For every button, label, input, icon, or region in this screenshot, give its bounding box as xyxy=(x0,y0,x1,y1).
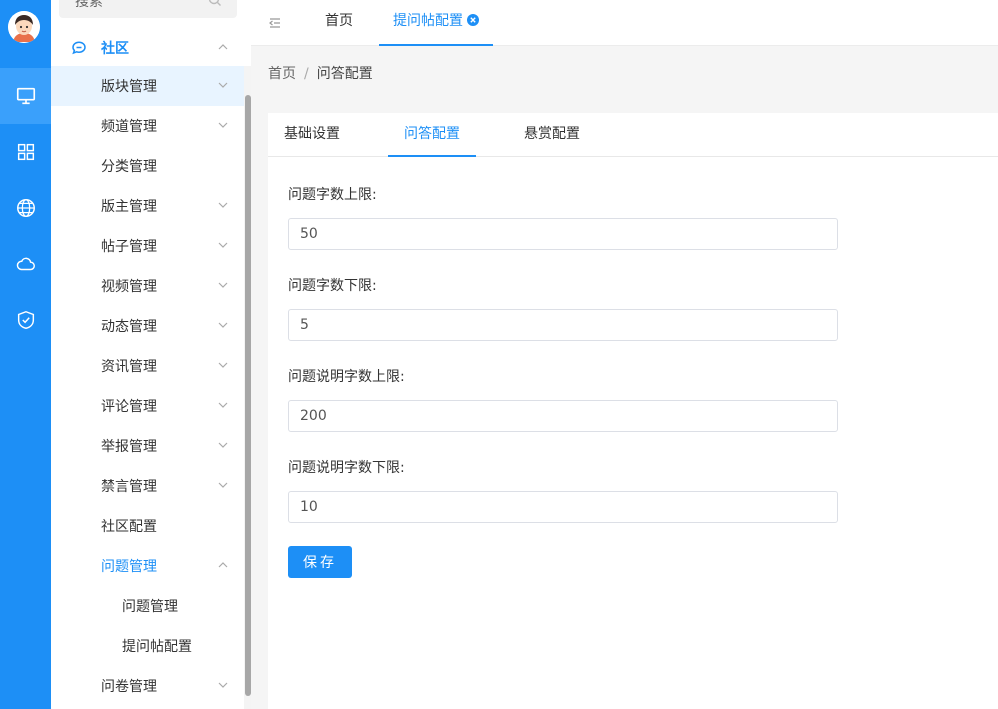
breadcrumb-separator: / xyxy=(304,66,309,82)
sidebar-group-community[interactable]: 社区 xyxy=(51,28,245,68)
chevron-up-icon xyxy=(218,562,228,568)
sidebar-item-video[interactable]: 视频管理 xyxy=(51,266,245,306)
tab-basic-settings[interactable]: 基础设置 xyxy=(284,113,340,157)
cloud-icon xyxy=(16,257,35,271)
sidebar-item-label: 版主管理 xyxy=(101,199,157,215)
sidebar-item-report[interactable]: 举报管理 xyxy=(51,426,245,466)
sidebar-item-category[interactable]: 分类管理 xyxy=(51,146,245,186)
question-max-length-label: 问题字数上限: xyxy=(288,187,377,203)
settings-card: 基础设置 问答配置 悬赏配置 问题字数上限: 问题字数下限: 问题说明字数上限:… xyxy=(268,113,998,709)
sidebar-item-label: 分类管理 xyxy=(101,159,157,175)
sidebar-item-label: 社区配置 xyxy=(101,519,157,535)
chevron-down-icon xyxy=(218,82,228,88)
rail-cloud-button[interactable] xyxy=(0,236,51,292)
sidebar-item-label: 帖子管理 xyxy=(101,239,157,255)
shield-check-icon xyxy=(17,310,34,330)
chevron-down-icon xyxy=(218,482,228,488)
chevron-down-icon xyxy=(218,202,228,208)
avatar-icon xyxy=(8,11,40,43)
question-min-length-input[interactable] xyxy=(288,309,838,341)
sidebar-item-label: 版块管理 xyxy=(101,79,157,95)
search-input[interactable]: 搜索 xyxy=(59,0,237,18)
tab-question-post-config-label: 提问帖配置 xyxy=(393,13,463,29)
chevron-down-icon xyxy=(218,402,228,408)
sidebar-item-comment[interactable]: 评论管理 xyxy=(51,386,245,426)
sidebar-item-moderator[interactable]: 版主管理 xyxy=(51,186,245,226)
rail-grid-button[interactable] xyxy=(0,124,51,180)
sidebar-scrollbar[interactable] xyxy=(245,95,251,696)
description-max-length-label: 问题说明字数上限: xyxy=(288,369,405,385)
chevron-down-icon xyxy=(218,282,228,288)
sidebar-item-label: 禁言管理 xyxy=(101,479,157,495)
sidebar-item-label: 问题管理 xyxy=(122,599,178,615)
globe-icon xyxy=(16,199,35,217)
chevron-down-icon xyxy=(218,362,228,368)
sidebar-item-news[interactable]: 资讯管理 xyxy=(51,346,245,386)
description-max-length-input[interactable] xyxy=(288,400,838,432)
sidebar-item-label: 资讯管理 xyxy=(101,359,157,375)
sidebar-item-label: 问题管理 xyxy=(101,559,157,575)
tab-question-post-config[interactable]: 提问帖配置 xyxy=(379,0,493,46)
chevron-down-icon xyxy=(218,322,228,328)
question-max-length-input[interactable] xyxy=(288,218,838,250)
avatar[interactable] xyxy=(8,11,40,43)
sidebar-item-label: 评论管理 xyxy=(101,399,157,415)
sidebar-item-label: 视频管理 xyxy=(101,279,157,295)
sidebar-item-label: 频道管理 xyxy=(101,119,157,135)
sidebar-item-question-sub[interactable]: 问题管理 xyxy=(51,586,245,626)
sidebar-item-section[interactable]: 版块管理 xyxy=(51,66,245,106)
sidebar-item-label: 举报管理 xyxy=(101,439,157,455)
rail-shield-button[interactable] xyxy=(0,292,51,348)
breadcrumb-home[interactable]: 首页 xyxy=(268,66,296,82)
sidebar-item-feed[interactable]: 动态管理 xyxy=(51,306,245,346)
sidebar-item-community-config[interactable]: 社区配置 xyxy=(51,506,245,546)
sidebar-item-question-post-config[interactable]: 提问帖配置 xyxy=(51,626,245,666)
breadcrumb-current: 问答配置 xyxy=(316,66,373,82)
sidebar-item-question[interactable]: 问题管理 xyxy=(51,546,245,586)
sidebar-item-label: 动态管理 xyxy=(101,319,157,335)
search-icon[interactable] xyxy=(207,0,223,8)
chevron-down-icon xyxy=(218,442,228,448)
settings-tabs: 基础设置 问答配置 悬赏配置 xyxy=(268,113,998,157)
grid-icon xyxy=(17,143,34,161)
sidebar-item-survey[interactable]: 问卷管理 xyxy=(51,666,245,706)
sidebar-item-mute[interactable]: 禁言管理 xyxy=(51,466,245,506)
save-button[interactable]: 保存 xyxy=(288,546,352,578)
rail-globe-button[interactable] xyxy=(0,180,51,236)
sidebar-item-post[interactable]: 帖子管理 xyxy=(51,226,245,266)
close-icon[interactable] xyxy=(467,14,479,26)
icon-rail xyxy=(0,0,51,709)
description-min-length-label: 问题说明字数下限: xyxy=(288,460,405,476)
sidebar-item-label: 问卷管理 xyxy=(101,679,157,695)
sidebar-group-label: 社区 xyxy=(101,41,129,57)
description-min-length-input[interactable] xyxy=(288,491,838,523)
tab-bounty-config[interactable]: 悬赏配置 xyxy=(524,113,580,157)
sidebar-menu: 搜索 社区 版块管理频道管理分类管理版主管理帖子管理视频管理动态管理资讯管理评论… xyxy=(51,0,251,709)
search-placeholder: 搜索 xyxy=(75,0,103,10)
chevron-down-icon xyxy=(218,242,228,248)
chevron-down-icon xyxy=(218,122,228,128)
collapse-menu-icon[interactable] xyxy=(267,15,283,31)
chevron-down-icon xyxy=(218,682,228,688)
tab-home[interactable]: 首页 xyxy=(325,0,353,46)
rail-monitor-button[interactable] xyxy=(0,68,51,124)
chat-icon xyxy=(72,41,86,55)
sidebar-item-label: 提问帖配置 xyxy=(122,639,192,655)
top-tab-bar: 首页 提问帖配置 xyxy=(251,0,998,46)
sidebar-item-channel[interactable]: 频道管理 xyxy=(51,106,245,146)
breadcrumb: 首页 / 问答配置 xyxy=(268,63,373,83)
question-min-length-label: 问题字数下限: xyxy=(288,278,377,294)
monitor-icon xyxy=(16,87,35,105)
chevron-up-icon xyxy=(218,44,228,50)
tab-qa-config[interactable]: 问答配置 xyxy=(388,113,476,157)
